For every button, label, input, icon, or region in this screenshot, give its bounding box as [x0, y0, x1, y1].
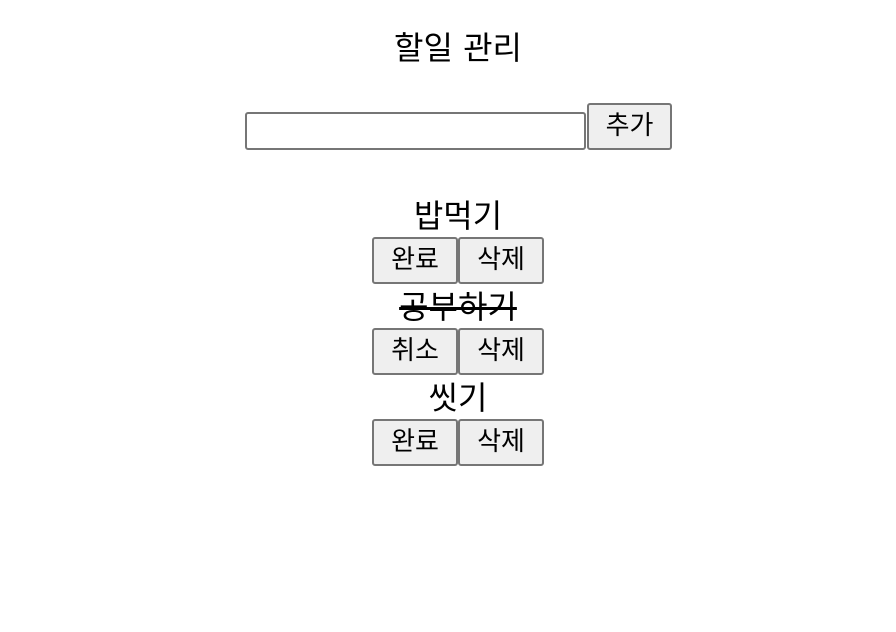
todo-actions: 취소 삭제	[0, 328, 896, 377]
delete-button[interactable]: 삭제	[458, 328, 544, 375]
add-todo-form: 추가	[245, 102, 672, 150]
delete-button[interactable]: 삭제	[458, 419, 544, 466]
todo-item: 씻기 완료 삭제	[0, 377, 896, 468]
todo-text: 씻기	[428, 379, 488, 417]
todo-text: 밥먹기	[413, 197, 503, 235]
todo-list: 밥먹기 완료 삭제 공부하기 취소 삭제 씻기 완료 삭제	[0, 195, 896, 468]
todo-text-completed: 공부하기	[399, 288, 517, 326]
complete-button[interactable]: 완료	[372, 419, 458, 466]
page-title: 할일 관리	[394, 29, 522, 67]
todo-item: 밥먹기 완료 삭제	[0, 195, 896, 286]
undo-button[interactable]: 취소	[372, 328, 458, 375]
todo-item: 공부하기 취소 삭제	[0, 286, 896, 377]
delete-button[interactable]: 삭제	[458, 237, 544, 284]
add-button[interactable]: 추가	[587, 103, 672, 150]
todo-input[interactable]	[245, 112, 586, 150]
todo-app: 할일 관리 추가 밥먹기 완료 삭제 공부하기 취소 삭제 씻기 완료 삭제	[0, 0, 896, 632]
todo-actions: 완료 삭제	[0, 419, 896, 468]
todo-actions: 완료 삭제	[0, 237, 896, 286]
complete-button[interactable]: 완료	[372, 237, 458, 284]
